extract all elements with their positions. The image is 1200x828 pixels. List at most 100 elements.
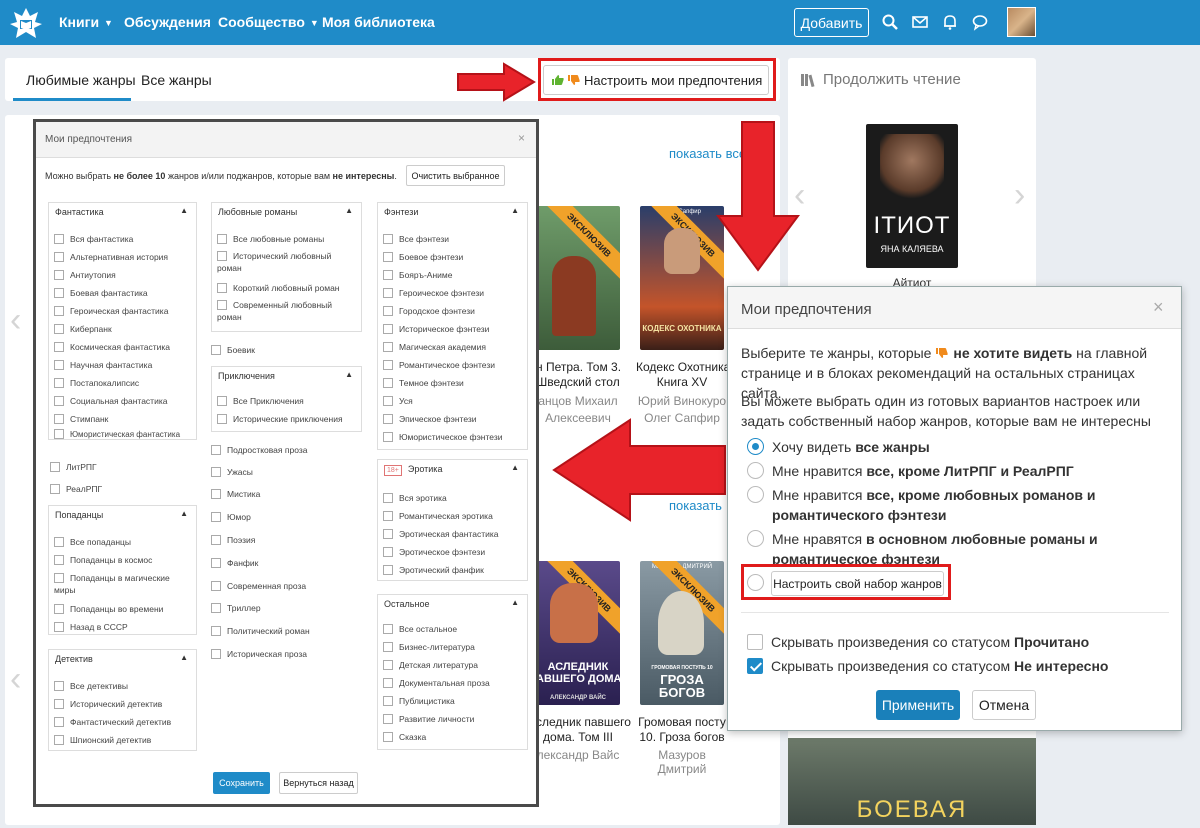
genre-checkbox[interactable]: Городское фэнтези — [383, 305, 475, 317]
nav-discussions[interactable]: Обсуждения — [124, 14, 211, 30]
radio-label[interactable]: Мне нравятся в основном любовные романы … — [772, 529, 1142, 569]
genre-checkbox[interactable]: Исторический детектив — [54, 698, 162, 710]
genre-checkbox[interactable]: Темное фэнтези — [383, 377, 464, 389]
chevron-up-icon[interactable]: ▲ — [345, 370, 353, 379]
book-title[interactable]: Громовая посту 10. Гроза богов — [636, 715, 728, 745]
genre-checkbox[interactable]: Эротическое фэнтези — [383, 546, 485, 558]
mail-icon[interactable] — [911, 13, 929, 31]
book-cover[interactable]: Олег Сапфир ЭКСКЛЮЗИВ КОДЕКС ОХОТНИКА — [640, 206, 724, 350]
genre-checkbox[interactable]: Все остальное — [383, 623, 457, 635]
clear-selection-button[interactable]: Очистить выбранное — [406, 165, 505, 186]
genre-checkbox[interactable]: Космическая фантастика — [54, 341, 170, 353]
genre-checkbox[interactable]: Историческое фэнтези — [383, 323, 489, 335]
search-icon[interactable] — [881, 13, 899, 31]
genre-checkbox[interactable]: Все детективы — [54, 680, 128, 692]
genre-checkbox[interactable]: Назад в СССР — [54, 621, 128, 633]
genre-checkbox[interactable]: Вся фантастика — [54, 233, 133, 245]
book-cover[interactable]: ЭКСКЛЮЗИВ — [536, 206, 620, 350]
genre-checkbox[interactable]: Детская литература — [383, 659, 478, 671]
genre-checkbox[interactable]: Социальная фантастика — [54, 395, 167, 407]
genre-checkbox[interactable]: Бояръ-Аниме — [383, 269, 452, 281]
genre-checkbox[interactable]: Юмористическая фантастика — [54, 429, 180, 441]
genre-checkbox[interactable]: Эротическая фантастика — [383, 528, 499, 540]
genre-checkbox[interactable]: Политический роман — [211, 625, 310, 637]
book-title[interactable]: следник павшего дома. Том III — [536, 715, 631, 745]
hide-read-checkbox[interactable] — [747, 634, 763, 650]
genre-checkbox[interactable]: Историческая проза — [211, 648, 307, 660]
save-button[interactable]: Сохранить — [213, 772, 270, 794]
genre-checkbox[interactable]: Современный любовный роман — [217, 299, 357, 323]
chevron-right-icon[interactable]: › — [1014, 176, 1025, 215]
genre-checkbox[interactable]: Попаданцы в космос — [54, 554, 152, 566]
genre-checkbox[interactable]: Постапокалипсис — [54, 377, 139, 389]
user-avatar[interactable] — [1007, 7, 1036, 37]
chevron-up-icon[interactable]: ▲ — [180, 653, 188, 662]
genre-checkbox[interactable]: Ужасы — [211, 466, 253, 478]
radio-all-genres[interactable] — [747, 438, 764, 455]
chevron-up-icon[interactable]: ▲ — [345, 206, 353, 215]
add-button[interactable]: Добавить — [794, 8, 869, 37]
genre-checkbox[interactable]: Попаданцы во времени — [54, 603, 163, 615]
genre-checkbox[interactable]: Все попаданцы — [54, 536, 131, 548]
hide-not-interested-checkbox[interactable] — [747, 658, 763, 674]
chat-icon[interactable] — [971, 13, 989, 31]
genre-checkbox[interactable]: Короткий любовный роман — [217, 282, 340, 294]
genre-checkbox[interactable]: Сказка — [383, 731, 426, 743]
genre-checkbox[interactable]: Подростковая проза — [211, 444, 307, 456]
genre-checkbox[interactable]: Шпионский детектив — [54, 734, 151, 746]
genre-checkbox[interactable]: Фанфик — [211, 557, 258, 569]
genre-checkbox[interactable]: РеалРПГ — [50, 483, 102, 495]
genre-checkbox[interactable]: ЛитРПГ — [50, 461, 97, 473]
radio-except-romance[interactable] — [747, 486, 764, 503]
chevron-left-icon[interactable]: ‹ — [10, 301, 21, 340]
back-button[interactable]: Вернуться назад — [279, 772, 358, 794]
genre-checkbox[interactable]: Публицистика — [383, 695, 455, 707]
chevron-up-icon[interactable]: ▲ — [180, 206, 188, 215]
radio-except-litrpg[interactable] — [747, 462, 764, 479]
book-author[interactable]: лександр Вайс — [536, 748, 620, 762]
chevron-left-icon[interactable]: ‹ — [10, 660, 21, 699]
book-cover[interactable]: ЭКСКЛЮЗИВ АСЛЕДНИК АВШЕГО ДОМА АЛЕКСАНДР… — [536, 561, 620, 705]
genre-checkbox[interactable]: Все фэнтези — [383, 233, 449, 245]
checkbox-label[interactable]: Скрывать произведения со статусом Не инт… — [771, 658, 1108, 674]
genre-checkbox[interactable]: Бизнес-литература — [383, 641, 475, 653]
radio-label[interactable]: Мне нравится все, кроме любовных романов… — [772, 485, 1142, 525]
genre-checkbox[interactable]: Юмористическое фэнтези — [383, 431, 502, 443]
genre-checkbox[interactable]: Альтернативная история — [54, 251, 168, 263]
site-logo-icon[interactable] — [8, 6, 44, 40]
genre-checkbox[interactable]: Эпическое фэнтези — [383, 413, 477, 425]
genre-checkbox[interactable]: Романтическое фэнтези — [383, 359, 495, 371]
book-title[interactable]: Кодекс Охотника. Книга XV — [636, 360, 734, 390]
genre-checkbox[interactable]: Юмор — [211, 511, 251, 523]
genre-checkbox[interactable]: Уся — [383, 395, 413, 407]
genre-checkbox[interactable]: Все любовные романы — [217, 233, 324, 245]
checkbox-label[interactable]: Скрывать произведения со статусом Прочит… — [771, 634, 1089, 650]
genre-checkbox[interactable]: Все Приключения — [217, 395, 304, 407]
genre-checkbox[interactable]: Антиутопия — [54, 269, 116, 281]
genre-checkbox[interactable]: Стимпанк — [54, 413, 108, 425]
nav-community[interactable]: Сообщество ▼ — [218, 14, 319, 30]
genre-checkbox[interactable]: Боевая фантастика — [54, 287, 148, 299]
chevron-up-icon[interactable]: ▲ — [511, 206, 519, 215]
genre-checkbox[interactable]: Эротический фанфик — [383, 564, 484, 576]
book-cover[interactable]: МАЗУРОВ ДМИТРИЙ ЭКСКЛЮЗИВ ГРОМОВАЯ ПОСТУ… — [640, 561, 724, 705]
genre-checkbox[interactable]: Магическая академия — [383, 341, 486, 353]
book-author[interactable]: Мазуров Дмитрий — [636, 748, 728, 776]
genre-checkbox[interactable]: Героическая фантастика — [54, 305, 168, 317]
book-title[interactable]: н Петра. Том 3. Шведский стол — [536, 360, 621, 390]
genre-checkbox[interactable]: Фантастический детектив — [54, 716, 171, 728]
apply-button[interactable]: Применить — [876, 690, 960, 720]
genre-checkbox[interactable]: Романтическая эротика — [383, 510, 493, 522]
bell-icon[interactable] — [941, 13, 959, 31]
genre-checkbox[interactable]: Научная фантастика — [54, 359, 152, 371]
cancel-button[interactable]: Отмена — [972, 690, 1036, 720]
radio-mostly-romance[interactable] — [747, 530, 764, 547]
genre-checkbox[interactable]: Киберпанк — [54, 323, 112, 335]
tab-favorite-genres[interactable]: Любимые жанры — [26, 72, 136, 88]
genre-checkbox[interactable]: Вся эротика — [383, 492, 447, 504]
book-cover[interactable]: ITИОТ ЯНА КАЛЯЕВА — [866, 124, 958, 268]
genre-checkbox[interactable]: Попаданцы в магические миры — [54, 572, 184, 596]
genre-checkbox[interactable]: Исторический любовный роман — [217, 250, 357, 274]
genre-checkbox[interactable]: Развитие личности — [383, 713, 474, 725]
close-icon[interactable]: × — [518, 131, 525, 145]
